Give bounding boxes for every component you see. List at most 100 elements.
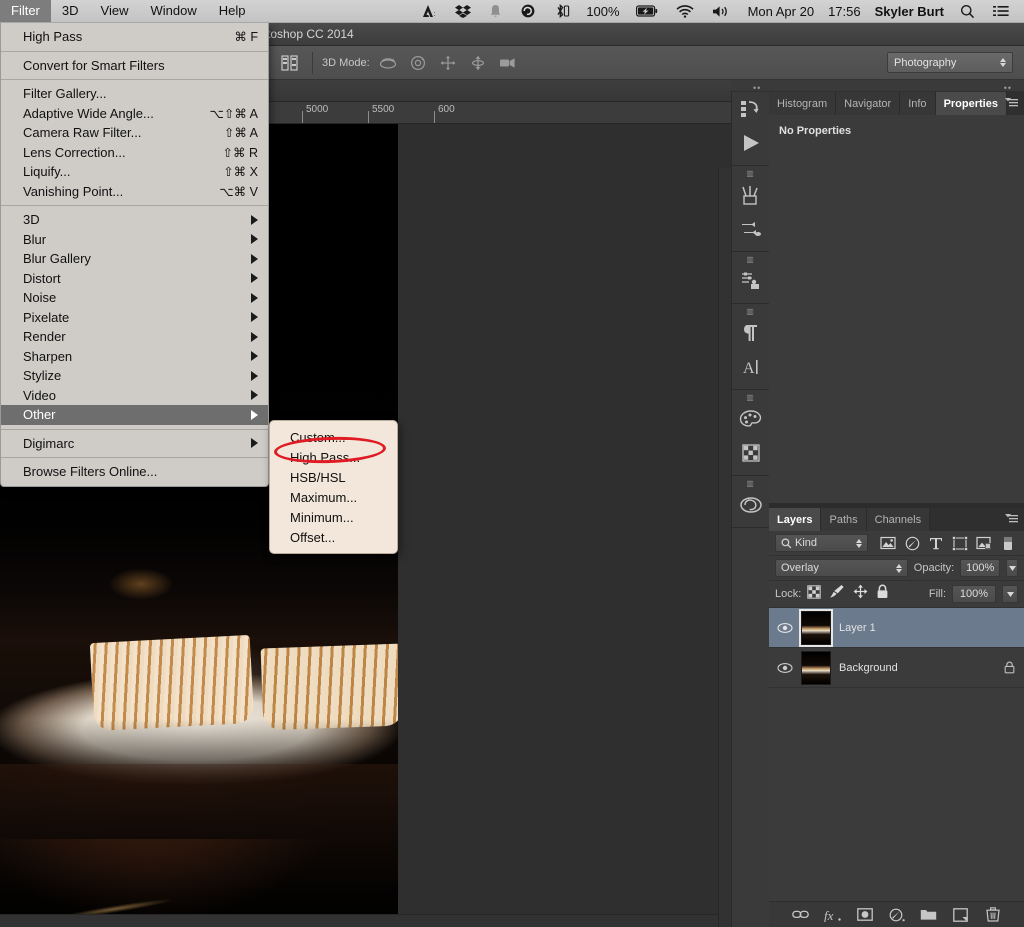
layer-thumbnail[interactable] [801, 650, 831, 685]
menu-item-convert-for-smart-filters[interactable]: Convert for Smart Filters [1, 56, 268, 76]
tab-histogram[interactable]: Histogram [769, 92, 837, 115]
new-layer-icon[interactable] [952, 906, 970, 924]
menu-item-liquify[interactable]: Liquify... ⇧⌘ X [1, 162, 268, 182]
dock-grip[interactable]: ▥ [732, 393, 769, 402]
dock-collapse-handle[interactable]: •• •• [731, 80, 1024, 93]
swatches-icon[interactable] [732, 436, 770, 470]
roll-3d-icon[interactable] [408, 53, 428, 73]
layer-style-fx-icon[interactable]: fx [824, 906, 842, 924]
opacity-value-input[interactable]: 100% [960, 559, 1001, 577]
adjustment-layer-icon[interactable] [888, 906, 906, 924]
layer-row-background[interactable]: Background [769, 648, 1024, 688]
history-icon[interactable] [732, 92, 770, 126]
menu-item-noise[interactable]: Noise [1, 288, 268, 308]
menu-item-blur[interactable]: Blur [1, 230, 268, 250]
libraries-icon[interactable] [732, 488, 770, 522]
bell-icon[interactable] [480, 0, 511, 22]
filter-adjustment-icon[interactable] [902, 534, 922, 552]
menu-item-video[interactable]: Video [1, 386, 268, 406]
tab-paths[interactable]: Paths [821, 508, 867, 531]
dock-grip[interactable]: ▥ [732, 255, 769, 264]
menu-item-filter-gallery[interactable]: Filter Gallery... [1, 84, 268, 104]
fill-value-input[interactable]: 100% [952, 585, 996, 603]
canvas-horizontal-scrollbar[interactable] [0, 914, 718, 927]
panel-menu-icon[interactable] [1004, 513, 1020, 526]
menu-view[interactable]: View [90, 0, 140, 22]
scale-3d-icon[interactable] [498, 53, 518, 73]
menu-item-browse-filters-online[interactable]: Browse Filters Online... [1, 462, 268, 482]
dock-grip[interactable]: ▥ [732, 307, 769, 316]
lock-image-icon[interactable] [829, 584, 845, 604]
creative-cloud-icon[interactable] [511, 0, 545, 22]
dock-grip[interactable]: ▥ [732, 169, 769, 178]
filter-smart-object-icon[interactable] [974, 534, 994, 552]
submenu-item-custom[interactable]: Custom... [270, 427, 397, 447]
menu-item-high-pass[interactable]: High Pass ⌘ F [1, 27, 268, 47]
layer-name[interactable]: Background [839, 662, 994, 674]
filter-toggle-icon[interactable] [998, 534, 1018, 552]
menu-item-lens-correction[interactable]: Lens Correction... ⇧⌘ R [1, 143, 268, 163]
menu-item-sharpen[interactable]: Sharpen [1, 347, 268, 367]
menu-item-stylize[interactable]: Stylize [1, 366, 268, 386]
layer-row-layer-1[interactable]: Layer 1 [769, 608, 1024, 648]
submenu-item-maximum[interactable]: Maximum... [270, 487, 397, 507]
menu-item-3d[interactable]: 3D [1, 210, 268, 230]
tab-layers[interactable]: Layers [769, 508, 822, 531]
tab-info[interactable]: Info [900, 92, 936, 115]
new-group-icon[interactable] [920, 906, 938, 924]
dock-grip[interactable]: ▥ [732, 479, 769, 488]
canvas-vertical-scrollbar[interactable] [718, 168, 731, 927]
layer-visibility-icon[interactable] [777, 662, 793, 674]
slide-3d-icon[interactable] [468, 53, 488, 73]
layer-mask-icon[interactable] [856, 906, 874, 924]
lock-transparency-icon[interactable] [807, 584, 821, 604]
opacity-dropdown-button[interactable] [1006, 559, 1018, 577]
menu-bar-user-name[interactable]: Skyler Burt [868, 4, 951, 19]
menu-help[interactable]: Help [208, 0, 257, 22]
rotate-3d-icon[interactable] [378, 53, 398, 73]
menu-item-vanishing-point[interactable]: Vanishing Point... ⌥⌘ V [1, 182, 268, 202]
actions-play-icon[interactable] [732, 126, 770, 160]
submenu-item-offset[interactable]: Offset... [270, 527, 397, 547]
menu-item-other[interactable]: Other [1, 405, 268, 425]
dropbox-icon[interactable] [446, 0, 480, 22]
character-icon[interactable]: A [732, 350, 770, 384]
menu-item-digimarc[interactable]: Digimarc [1, 434, 268, 454]
menu-item-blur-gallery[interactable]: Blur Gallery [1, 249, 268, 269]
menu-3d[interactable]: 3D [51, 0, 90, 22]
notification-center-icon[interactable] [984, 0, 1018, 22]
menu-item-camera-raw-filter[interactable]: Camera Raw Filter... ⇧⌘ A [1, 123, 268, 143]
tool-preset-icon[interactable] [277, 52, 303, 74]
fill-dropdown-button[interactable] [1002, 585, 1018, 603]
delete-layer-icon[interactable] [984, 906, 1002, 924]
link-layers-icon[interactable] [792, 906, 810, 924]
layer-filter-kind-select[interactable]: Kind [775, 534, 868, 552]
menu-item-adaptive-wide-angle[interactable]: Adaptive Wide Angle... ⌥⇧⌘ A [1, 104, 268, 124]
tab-navigator[interactable]: Navigator [836, 92, 901, 115]
menu-window[interactable]: Window [139, 0, 207, 22]
filter-shape-icon[interactable] [950, 534, 970, 552]
tab-channels[interactable]: Channels [866, 508, 931, 531]
menu-item-distort[interactable]: Distort [1, 269, 268, 289]
pan-3d-icon[interactable] [438, 53, 458, 73]
layer-name[interactable]: Layer 1 [839, 622, 1016, 634]
panel-menu-icon[interactable] [1004, 97, 1020, 110]
menu-item-pixelate[interactable]: Pixelate [1, 308, 268, 328]
lock-all-icon[interactable] [876, 584, 889, 604]
lock-position-icon[interactable] [853, 584, 868, 604]
paragraph-icon[interactable] [732, 316, 770, 350]
clone-source-icon[interactable] [732, 212, 770, 246]
search-icon[interactable] [951, 0, 984, 22]
menu-bar-time[interactable]: 17:56 [821, 4, 868, 19]
filter-pixel-icon[interactable] [878, 534, 898, 552]
tab-properties[interactable]: Properties [935, 92, 1007, 115]
submenu-item-high-pass[interactable]: High Pass... [270, 447, 397, 467]
bluetooth-icon[interactable] [545, 0, 579, 22]
workspace-selector[interactable]: Photography [887, 52, 1013, 73]
menu-filter[interactable]: Filter [0, 0, 51, 22]
layer-visibility-icon[interactable] [777, 622, 793, 634]
blend-mode-select[interactable]: Overlay [775, 559, 908, 577]
submenu-item-hsb-hsl[interactable]: HSB/HSL [270, 467, 397, 487]
volume-icon[interactable] [703, 0, 741, 22]
brush-presets-icon[interactable] [732, 178, 770, 212]
